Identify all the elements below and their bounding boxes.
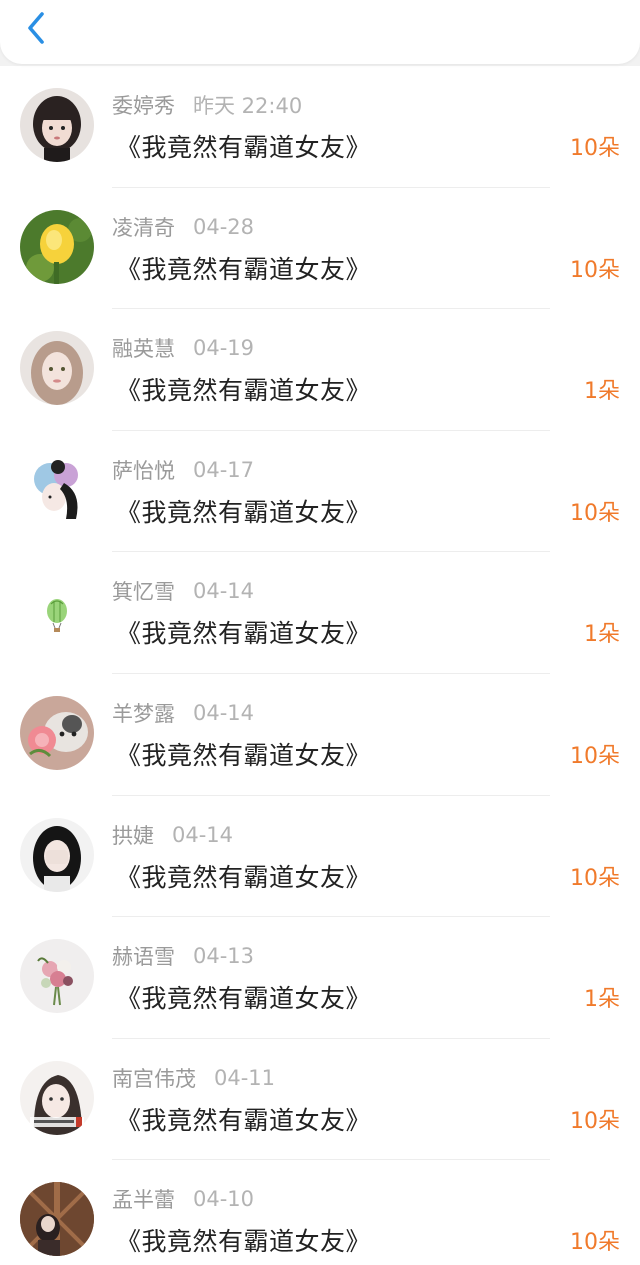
avatar[interactable]	[20, 574, 94, 649]
gift-count: 10朵	[570, 257, 620, 283]
list-item[interactable]: 委婷秀 昨天 22:40 《我竟然有霸道女友》 10朵	[0, 66, 640, 188]
timestamp: 昨天 22:40	[193, 94, 303, 118]
gift-count: 10朵	[570, 865, 620, 891]
book-title: 《我竟然有霸道女友》	[116, 376, 372, 406]
list-item[interactable]: 赫语雪 04-13 《我竟然有霸道女友》 1朵	[0, 917, 640, 1039]
user-name: 萨怡悦	[112, 458, 175, 483]
book-title: 《我竟然有霸道女友》	[116, 133, 372, 162]
book-title: 《我竟然有霸道女友》	[116, 862, 372, 892]
timestamp: 04-14	[193, 700, 255, 725]
timestamp: 04-28	[193, 214, 255, 239]
user-name: 箕忆雪	[112, 580, 175, 605]
book-title: 《我竟然有霸道女友》	[116, 619, 372, 649]
chevron-left-icon	[25, 10, 47, 50]
user-name: 孟半蕾	[112, 1188, 175, 1213]
gift-record-list: 委婷秀 昨天 22:40 《我竟然有霸道女友》 10朵 凌清奇 04-28 《我…	[0, 66, 640, 1265]
gift-count: 1朵	[584, 622, 620, 648]
list-item[interactable]: 箕忆雪 04-14 《我竟然有霸道女友》 1朵	[0, 552, 640, 674]
avatar[interactable]	[20, 209, 94, 284]
user-name: 凌清奇	[112, 215, 175, 240]
gift-count: 10朵	[570, 136, 620, 161]
list-item[interactable]: 孟半蕾 04-10 《我竟然有霸道女友》 10朵	[0, 1160, 640, 1265]
page: 委婷秀 昨天 22:40 《我竟然有霸道女友》 10朵 凌清奇 04-28 《我…	[0, 0, 640, 1265]
avatar[interactable]	[20, 1060, 94, 1135]
avatar[interactable]	[20, 817, 94, 892]
gift-count: 10朵	[570, 500, 620, 526]
book-title: 《我竟然有霸道女友》	[116, 1105, 372, 1135]
top-bar	[0, 0, 640, 64]
user-name: 融英慧	[112, 337, 175, 362]
timestamp: 04-19	[193, 336, 255, 361]
gift-count: 10朵	[570, 743, 620, 769]
timestamp: 04-13	[193, 944, 255, 969]
timestamp: 04-14	[193, 579, 255, 604]
avatar[interactable]	[20, 88, 94, 162]
book-title: 《我竟然有霸道女友》	[116, 254, 372, 284]
user-name: 赫语雪	[112, 945, 175, 970]
book-title: 《我竟然有霸道女友》	[116, 497, 372, 527]
gift-count: 10朵	[570, 1108, 620, 1134]
gift-count: 1朵	[584, 379, 620, 405]
list-item[interactable]: 羊梦露 04-14 《我竟然有霸道女友》 10朵	[0, 674, 640, 796]
user-name: 羊梦露	[112, 701, 175, 726]
timestamp: 04-17	[193, 457, 255, 482]
avatar[interactable]	[20, 695, 94, 770]
user-name: 南宫伟茂	[112, 1066, 196, 1091]
avatar[interactable]	[20, 939, 94, 1014]
list-item[interactable]: 萨怡悦 04-17 《我竟然有霸道女友》 10朵	[0, 431, 640, 553]
book-title: 《我竟然有霸道女友》	[116, 740, 372, 770]
avatar[interactable]	[20, 1182, 94, 1257]
list-item[interactable]: 南宫伟茂 04-11 《我竟然有霸道女友》 10朵	[0, 1039, 640, 1161]
user-name: 委婷秀	[112, 94, 175, 118]
list-item[interactable]: 拱婕 04-14 《我竟然有霸道女友》 10朵	[0, 796, 640, 918]
back-button[interactable]	[14, 8, 58, 52]
timestamp: 04-10	[193, 1187, 255, 1212]
gift-count: 1朵	[584, 987, 620, 1013]
book-title: 《我竟然有霸道女友》	[116, 984, 372, 1014]
list-item[interactable]: 凌清奇 04-28 《我竟然有霸道女友》 10朵	[0, 188, 640, 310]
avatar[interactable]	[20, 331, 94, 406]
book-title: 《我竟然有霸道女友》	[116, 1227, 372, 1257]
avatar[interactable]	[20, 452, 94, 527]
timestamp: 04-14	[172, 822, 234, 847]
list-item[interactable]: 融英慧 04-19 《我竟然有霸道女友》 1朵	[0, 309, 640, 431]
user-name: 拱婕	[112, 823, 154, 848]
gift-count: 10朵	[570, 1230, 620, 1256]
timestamp: 04-11	[214, 1065, 276, 1090]
